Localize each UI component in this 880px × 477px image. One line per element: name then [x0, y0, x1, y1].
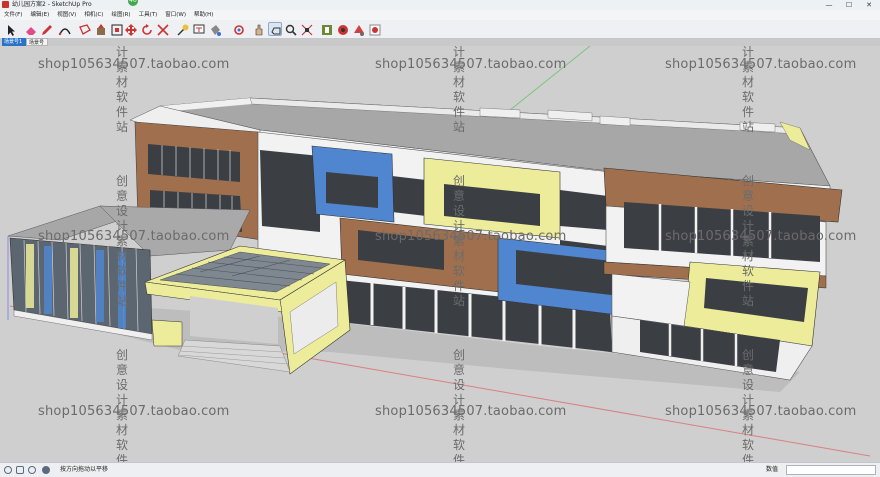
select-icon[interactable] [4, 22, 18, 36]
tab-scene-3[interactable]: 场景号3 [26, 38, 48, 54]
watermark-shop-text: shop105634507.taobao.com [375, 229, 567, 244]
watermark-shop-text: shop105634507.taobao.com [375, 57, 567, 72]
menu-tools[interactable]: 工具(T) [135, 10, 162, 20]
watermark-vertical-text: 创意设计素材软件站 [741, 348, 754, 462]
eraser-icon[interactable] [24, 22, 38, 36]
watermark-vertical-text: 创意设计素材软件站 [115, 348, 128, 462]
zoom-extents-icon[interactable] [300, 22, 314, 36]
watermark-shop-text: shop105634507.taobao.com [665, 404, 857, 419]
watermark-shop-text: shop105634507.taobao.com [38, 57, 230, 72]
menu-camera[interactable]: 相机(C) [80, 10, 107, 20]
watermark-shop-text: shop105634507.taobao.com [375, 404, 567, 419]
paint-bucket-icon[interactable] [208, 22, 222, 36]
status-hint: 按方向拖动以平移 [60, 466, 109, 473]
menu-draw[interactable]: 绘图(R) [107, 10, 134, 20]
text-icon[interactable] [192, 22, 206, 36]
components-icon[interactable] [336, 22, 350, 36]
orbit-icon[interactable] [232, 22, 246, 36]
menu-view[interactable]: 视图(V) [53, 10, 80, 20]
instructor-icon[interactable] [42, 466, 50, 474]
watermark-vertical-text: 创意设计素材软件站 [741, 174, 754, 308]
offset-icon[interactable] [110, 22, 124, 36]
watermark-shop-text: shop105634507.taobao.com [38, 229, 230, 244]
watermark-vertical-text: 创意设计素材软件站 [741, 46, 754, 134]
value-label: 数值 [766, 466, 779, 473]
zoom-icon[interactable] [284, 22, 298, 36]
previous-view-icon[interactable] [320, 22, 334, 36]
watermark-vertical-text: 创意设计素材软件站 [452, 348, 465, 462]
menu-help[interactable]: 帮助(H) [190, 10, 217, 20]
maximize-button[interactable]: ☐ [842, 0, 856, 10]
help-icon[interactable] [28, 466, 36, 474]
model-viewport[interactable]: shop105634507.taobao.com shop105634507.t… [0, 46, 880, 462]
sketchup-app-icon [2, 1, 9, 8]
scale-icon[interactable] [156, 22, 170, 36]
watermark-shop-text: shop105634507.taobao.com [665, 229, 857, 244]
credits-icon[interactable] [16, 466, 24, 474]
measurements-input[interactable] [786, 465, 876, 475]
scene-tabs: 场景号1 场景号3 [0, 38, 880, 54]
window-title: 幼儿园方案2 - SketchUp Pro [12, 1, 92, 8]
close-button[interactable]: ✕ [862, 0, 876, 10]
menu-file[interactable]: 文件(F) [0, 10, 26, 20]
menu-edit[interactable]: 编辑(E) [26, 10, 53, 20]
menu-bar: 文件(F) 编辑(E) 视图(V) 相机(C) 绘图(R) 工具(T) 窗口(W… [0, 10, 880, 20]
materials-icon[interactable] [352, 22, 366, 36]
geolocation-icon[interactable] [4, 466, 12, 474]
push-pull-icon[interactable] [94, 22, 108, 36]
tape-measure-icon[interactable] [176, 22, 190, 36]
tab-scene-1[interactable]: 场景号1 [2, 38, 28, 46]
menu-window[interactable]: 窗口(W) [161, 10, 190, 20]
minimize-button[interactable]: — [822, 0, 836, 10]
watermark-vertical-text: 创意设计素材软件站 [115, 46, 128, 134]
toolbar [0, 20, 880, 39]
status-bar: 按方向拖动以平移 数值 [0, 462, 880, 477]
pencil-icon[interactable] [40, 22, 54, 36]
arc-icon[interactable] [58, 22, 72, 36]
watermark-vertical-text: 创意设计素材软件站 [115, 174, 128, 308]
rotate-icon[interactable] [140, 22, 154, 36]
styles-icon[interactable] [368, 22, 382, 36]
watermark-vertical-text: 创意设计素材软件站 [452, 46, 465, 134]
watermark-shop-text: shop105634507.taobao.com [38, 404, 230, 419]
active-pan-hand-icon[interactable] [268, 22, 282, 36]
watermark-shop-text: shop105634507.taobao.com [665, 57, 857, 72]
rectangle-icon[interactable] [78, 22, 92, 36]
notification-badge[interactable]: 40 [128, 0, 138, 6]
watermark-vertical-text: 创意设计素材软件站 [452, 174, 465, 308]
pan-icon[interactable] [252, 22, 266, 36]
move-icon[interactable] [124, 22, 138, 36]
